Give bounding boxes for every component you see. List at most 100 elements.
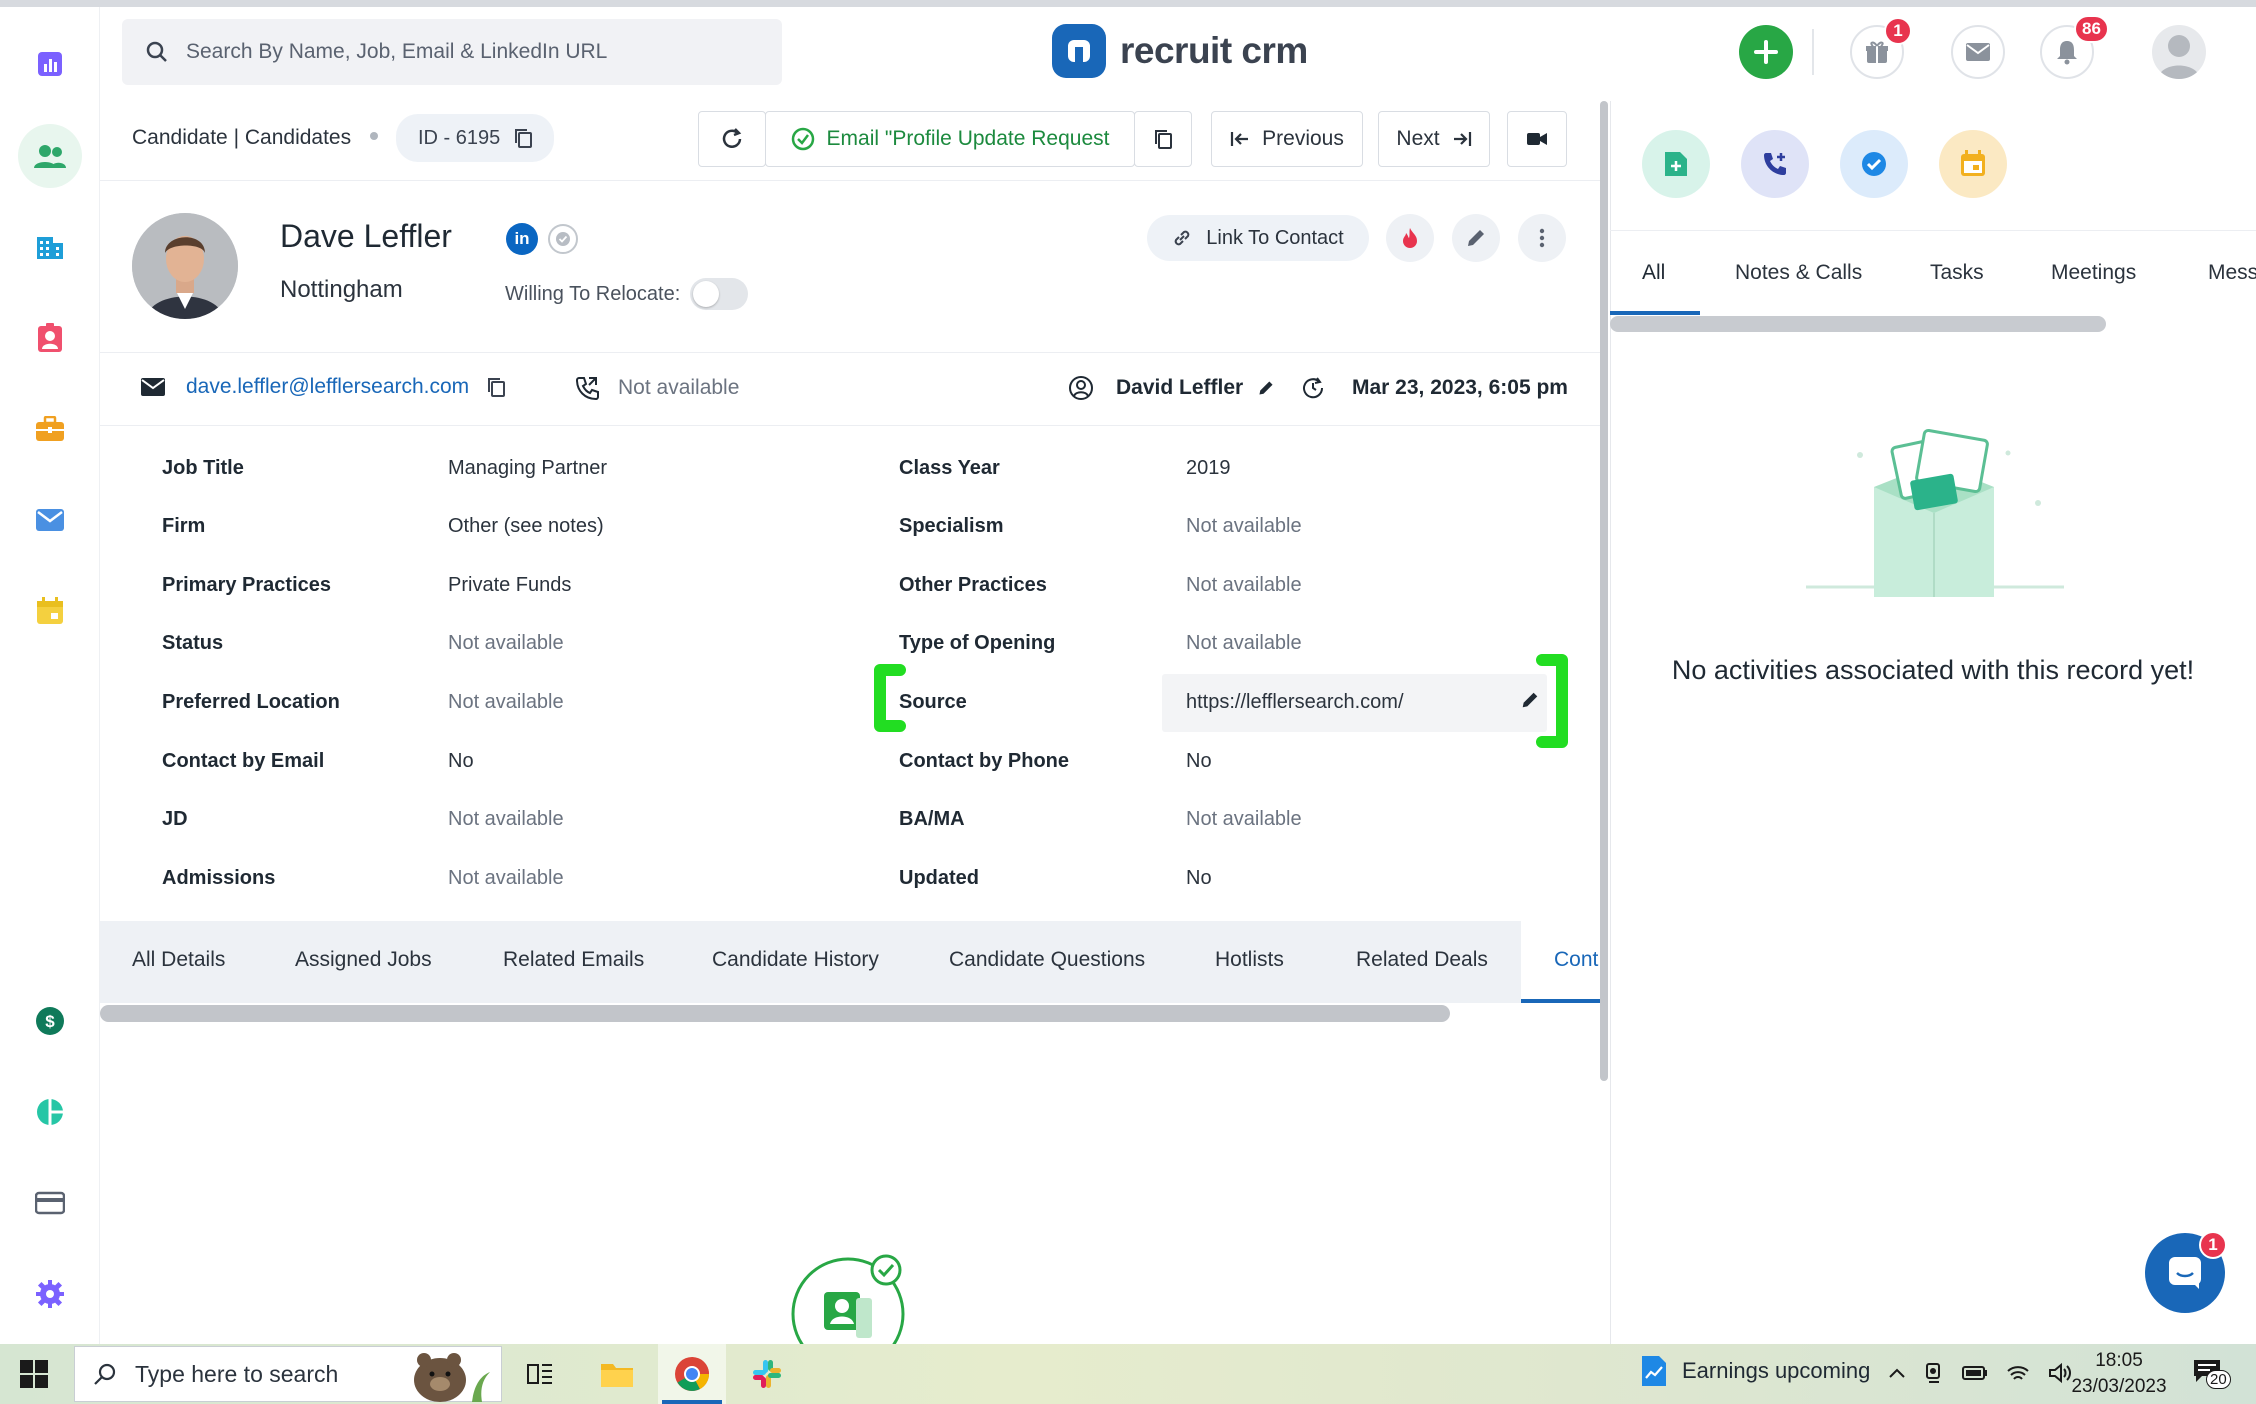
activity-tabs-scrollbar[interactable] <box>1610 316 2106 332</box>
activity-tab-tasks[interactable]: Tasks <box>1930 261 1984 285</box>
plus-icon <box>1754 40 1778 64</box>
tab-related-deals[interactable]: Related Deals <box>1356 948 1488 972</box>
user-avatar[interactable] <box>2152 25 2206 79</box>
tab-related-emails[interactable]: Related Emails <box>503 948 644 972</box>
billing-icon[interactable]: $ <box>18 989 82 1053</box>
detail-value[interactable]: No <box>1186 750 1212 773</box>
candidate-id-pill[interactable]: ID - 6195 <box>396 114 555 162</box>
credit-card-icon[interactable] <box>18 1171 82 1235</box>
email-profile-update-button[interactable]: Email "Profile Update Request <box>765 111 1135 167</box>
system-clock[interactable]: 18:05 23/03/2023 <box>2064 1348 2174 1400</box>
news-text: Earnings upcoming <box>1682 1358 1871 1383</box>
no-activities-message: No activities associated with this recor… <box>1671 655 2195 685</box>
email-icon[interactable] <box>18 488 82 552</box>
mail-icon <box>1966 43 1990 61</box>
detail-value[interactable]: No <box>448 750 474 773</box>
add-task-button[interactable] <box>1840 130 1908 198</box>
previous-button[interactable]: Previous <box>1211 111 1363 167</box>
tab-candidate-questions[interactable]: Candidate Questions <box>949 948 1145 972</box>
detail-value[interactable]: Not available <box>448 808 564 831</box>
calendar-icon[interactable] <box>18 579 82 643</box>
copy-icon <box>1155 130 1172 149</box>
activity-tab-meetings[interactable]: Meetings <box>2051 261 2136 285</box>
jobs-icon[interactable] <box>18 397 82 461</box>
relocate-toggle[interactable] <box>690 278 749 310</box>
detail-value[interactable]: 2019 <box>1186 457 1231 480</box>
more-options-button[interactable] <box>1518 214 1566 262</box>
detail-value[interactable]: Not available <box>1186 574 1302 597</box>
candidate-email[interactable]: dave.leffler@lefflersearch.com <box>186 375 469 399</box>
battery-icon[interactable] <box>1962 1366 1988 1380</box>
next-button[interactable]: Next <box>1378 111 1490 167</box>
detail-value[interactable]: Managing Partner <box>448 457 607 480</box>
candidates-icon[interactable] <box>18 124 82 188</box>
copy-icon[interactable] <box>514 128 533 148</box>
chevron-up-icon[interactable] <box>1888 1367 1906 1379</box>
activity-tab-notes-calls[interactable]: Notes & Calls <box>1735 261 1862 285</box>
global-search-input[interactable]: Search By Name, Job, Email & LinkedIn UR… <box>122 19 782 85</box>
refresh-button[interactable] <box>698 111 766 167</box>
clock-date: 23/03/2023 <box>2071 1376 2167 1397</box>
notification-center-icon[interactable]: 20 <box>2192 1358 2232 1392</box>
mail-button[interactable] <box>1951 25 2005 79</box>
tab-all-details[interactable]: All Details <box>132 948 225 972</box>
detail-value[interactable]: Not available <box>1186 808 1302 831</box>
wifi-icon[interactable] <box>2006 1363 2030 1383</box>
detail-value[interactable]: Not available <box>448 691 564 714</box>
tab-candidate-history[interactable]: Candidate History <box>712 948 879 972</box>
breadcrumb[interactable]: Candidate | Candidates <box>132 126 351 150</box>
activity-tab-messages[interactable]: Mess <box>2208 261 2256 285</box>
detail-value[interactable]: Not available <box>448 867 564 890</box>
file-explorer-icon[interactable] <box>595 1352 639 1396</box>
copy-template-button[interactable] <box>1134 111 1192 167</box>
add-note-button[interactable] <box>1642 130 1710 198</box>
detail-value[interactable]: Other (see notes) <box>448 515 604 538</box>
detail-value[interactable]: Not available <box>1186 632 1302 655</box>
copy-email-icon[interactable] <box>487 377 506 397</box>
chrome-icon[interactable] <box>670 1352 714 1396</box>
detail-value[interactable]: No <box>1186 867 1212 890</box>
previous-label: Previous <box>1262 127 1344 150</box>
contacts-icon[interactable] <box>18 306 82 370</box>
detail-value[interactable]: Not available <box>1186 515 1302 538</box>
windows-start-icon[interactable] <box>20 1360 48 1388</box>
source-value[interactable]: https://lefflersearch.com/ <box>1186 691 1404 714</box>
verified-badge-icon[interactable] <box>548 224 578 254</box>
gift-button[interactable]: 1 <box>1850 17 1912 79</box>
email-profile-update-label: Email "Profile Update Request <box>826 127 1110 150</box>
news-widget[interactable]: Earnings upcoming <box>1640 1354 1870 1388</box>
reports-pie-icon[interactable] <box>18 1080 82 1144</box>
main-vertical-scrollbar[interactable] <box>1600 101 1608 1081</box>
tab-contact[interactable]: Cont <box>1554 948 1598 972</box>
linkedin-icon[interactable]: in <box>506 223 538 255</box>
video-call-button[interactable] <box>1507 111 1567 167</box>
tab-assigned-jobs[interactable]: Assigned Jobs <box>295 948 432 972</box>
tab-hotlists[interactable]: Hotlists <box>1215 948 1284 972</box>
support-chat-button[interactable]: 1 <box>2145 1231 2227 1313</box>
link-to-contact-button[interactable]: Link To Contact <box>1147 215 1369 261</box>
quick-add-button[interactable] <box>1739 25 1793 79</box>
meet-now-icon[interactable] <box>1924 1362 1944 1384</box>
log-call-button[interactable] <box>1741 130 1809 198</box>
edit-candidate-button[interactable] <box>1452 214 1500 262</box>
detail-value[interactable]: Not available <box>448 632 564 655</box>
companies-icon[interactable] <box>18 215 82 279</box>
detail-label: JD <box>162 808 188 830</box>
breadcrumb-dot <box>370 132 378 140</box>
activity-active-tab-indicator <box>1610 311 1700 315</box>
slack-icon[interactable] <box>745 1352 789 1396</box>
add-meeting-button[interactable] <box>1939 130 2007 198</box>
candidate-photo[interactable] <box>132 213 238 319</box>
task-view-icon[interactable] <box>518 1352 562 1396</box>
analytics-icon[interactable] <box>18 32 82 96</box>
hot-candidate-button[interactable] <box>1386 214 1434 262</box>
app-logo[interactable]: recruit crm <box>1052 24 1308 78</box>
tabs-horizontal-scrollbar[interactable] <box>100 1005 1450 1022</box>
edit-owner-icon[interactable] <box>1257 379 1275 397</box>
settings-gear-icon[interactable] <box>18 1262 82 1326</box>
gift-icon <box>1866 41 1888 63</box>
left-navigation: $ <box>0 7 100 1344</box>
notifications-button[interactable]: 86 <box>2040 15 2109 79</box>
activity-tab-all[interactable]: All <box>1642 261 1665 285</box>
detail-value[interactable]: Private Funds <box>448 574 571 597</box>
